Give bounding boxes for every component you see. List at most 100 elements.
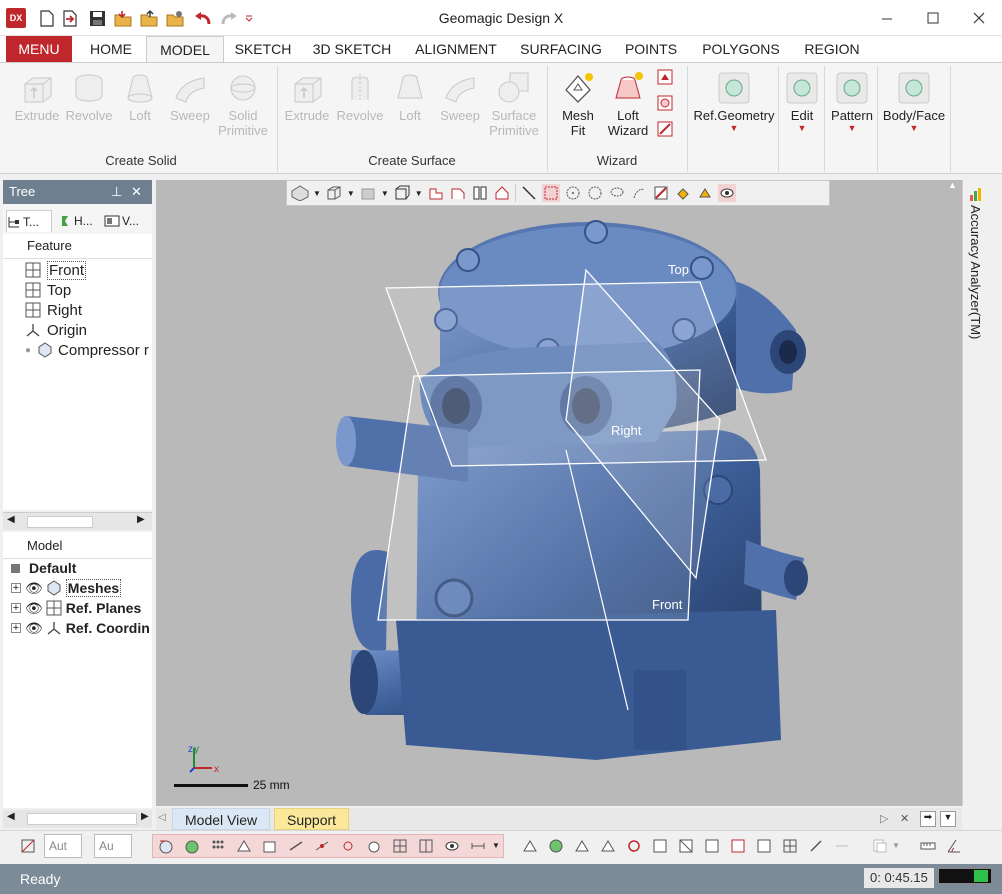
clip-view-icon[interactable] <box>449 184 467 202</box>
app-logo[interactable]: DX <box>6 8 26 28</box>
wizard-small-icon-3[interactable] <box>656 120 676 140</box>
mesh-fit-button[interactable]: Mesh Fit <box>556 68 600 138</box>
tree-item-top[interactable]: Top <box>25 280 71 300</box>
visibility-icon[interactable] <box>717 184 736 202</box>
ruler-icon[interactable] <box>918 835 938 857</box>
view-orient-4-icon[interactable] <box>598 835 618 857</box>
close-button[interactable] <box>956 0 1002 36</box>
compressor-mesh[interactable]: z x y <box>156 180 962 806</box>
filter-region-icon[interactable] <box>182 835 202 857</box>
chevron-down-icon[interactable]: ▼ <box>415 189 423 198</box>
loft-wizard-button[interactable]: Loft Wizard <box>604 68 652 138</box>
undo-icon[interactable] <box>194 9 212 27</box>
filter-plane-icon[interactable] <box>390 835 410 857</box>
model-default[interactable]: Default <box>11 558 76 578</box>
tab-scroll-right-icon[interactable]: ▷ <box>880 812 888 825</box>
tab-model[interactable]: MODEL <box>146 36 224 63</box>
filter-edge-icon[interactable] <box>286 835 306 857</box>
new-file-icon[interactable] <box>38 9 56 27</box>
model-item-ref-planes[interactable]: + 👁 Ref. Planes <box>11 598 141 618</box>
view-orient-7-icon[interactable] <box>676 835 696 857</box>
filter-eye-icon[interactable] <box>442 835 462 857</box>
line-select-icon[interactable] <box>520 184 538 202</box>
tab-model-view[interactable]: Model View <box>172 808 271 830</box>
filter-plane-2-icon[interactable] <box>416 835 436 857</box>
body-face-button[interactable]: Body/Face ▼ <box>880 68 948 138</box>
solid-revolve-button[interactable]: Revolve <box>64 68 114 138</box>
surface-extrude-button[interactable]: Extrude <box>284 68 330 138</box>
extend-select-icon[interactable] <box>696 184 714 202</box>
solid-loft-button[interactable]: Loft <box>122 68 158 138</box>
tab-sketch[interactable]: SKETCH <box>228 36 298 62</box>
view-orient-5-icon[interactable] <box>624 835 644 857</box>
quick-access-dropdown-icon[interactable] <box>244 9 254 27</box>
edit-button[interactable]: Edit ▼ <box>784 68 820 138</box>
3d-viewport[interactable]: z x y Top Right Front 25 mm ▲ <box>156 180 962 806</box>
viewport-corner-icon[interactable]: ▲ <box>948 180 957 190</box>
home-view-icon[interactable] <box>493 184 511 202</box>
surface-sweep-button[interactable]: Sweep <box>438 68 482 138</box>
circle-select-icon[interactable] <box>564 184 582 202</box>
view-orient-13-icon[interactable] <box>832 835 852 857</box>
tab-3d-sketch[interactable]: 3D SKETCH <box>306 36 398 62</box>
tab-region[interactable]: REGION <box>796 36 868 62</box>
view-orient-6-icon[interactable] <box>650 835 670 857</box>
box-view-icon[interactable] <box>325 184 343 202</box>
view-orient-11-icon[interactable] <box>780 835 800 857</box>
section-view-icon[interactable] <box>427 184 445 202</box>
solid-sweep-button[interactable]: Sweep <box>168 68 212 138</box>
pin-icon[interactable]: ⊥ <box>111 180 122 204</box>
split-view-icon[interactable] <box>471 184 489 202</box>
tree-item-front[interactable]: Front <box>25 260 87 280</box>
filter-sketch-icon[interactable] <box>364 835 384 857</box>
view-orient-1-icon[interactable] <box>520 835 540 857</box>
shading-icon[interactable] <box>359 184 377 202</box>
view-orient-12-icon[interactable] <box>806 835 826 857</box>
tab-support[interactable]: Support <box>274 808 350 830</box>
rectangle-select-icon[interactable] <box>541 184 560 202</box>
tab-tree[interactable]: T... <box>6 210 52 232</box>
tab-list-icon[interactable]: ▼ <box>940 811 956 827</box>
solid-extrude-button[interactable]: Extrude <box>14 68 60 138</box>
tree-item-compressor[interactable]: ● Compressor r <box>25 340 149 360</box>
filter-select-2[interactable]: Au <box>94 834 132 858</box>
view-cube-icon[interactable] <box>393 184 411 202</box>
tab-polygons[interactable]: POLYGONS <box>694 36 788 62</box>
filter-mesh-icon[interactable] <box>156 835 176 857</box>
redo-icon[interactable] <box>220 9 238 27</box>
chevron-down-icon[interactable]: ▼ <box>381 189 389 198</box>
filter-curve-icon[interactable] <box>338 835 358 857</box>
open-folder-icon[interactable] <box>114 9 132 27</box>
lasso-select-icon[interactable] <box>608 184 626 202</box>
surface-loft-button[interactable]: Loft <box>392 68 428 138</box>
brush-select-icon[interactable] <box>652 184 670 202</box>
model-item-meshes[interactable]: + 👁 Meshes <box>11 578 122 598</box>
surface-revolve-button[interactable]: Revolve <box>334 68 386 138</box>
view-orient-10-icon[interactable] <box>754 835 774 857</box>
solid-primitive-button[interactable]: Solid Primitive <box>214 68 272 138</box>
folder-icon[interactable] <box>166 9 184 27</box>
scroll-right-icon[interactable]: ▶ <box>137 514 145 525</box>
tab-next-icon[interactable]: ➡ <box>920 811 936 827</box>
tab-alignment[interactable]: ALIGNMENT <box>406 36 506 62</box>
expand-icon[interactable]: + <box>11 583 21 594</box>
close-panel-icon[interactable]: ✕ <box>131 180 142 204</box>
circle-select-2-icon[interactable] <box>586 184 604 202</box>
copy-icon[interactable] <box>870 835 890 857</box>
maximize-button[interactable] <box>910 0 956 36</box>
tab-menu[interactable]: MENU <box>6 36 72 62</box>
expand-icon[interactable]: + <box>11 603 21 614</box>
tab-surfacing[interactable]: SURFACING <box>514 36 608 62</box>
chevron-down-icon[interactable]: ▼ <box>492 841 500 850</box>
surface-primitive-button[interactable]: Surface Primitive <box>486 68 542 138</box>
ref-geometry-button[interactable]: Ref.Geometry ▼ <box>692 68 776 138</box>
chevron-down-icon[interactable]: ▼ <box>347 189 355 198</box>
save-icon[interactable] <box>88 9 106 27</box>
scroll-left-icon[interactable]: ◀ <box>7 514 15 525</box>
model-item-ref-coordinates[interactable]: + 👁 Ref. Coordin <box>11 618 150 638</box>
accuracy-analyzer-label[interactable]: Accuracy Analyzer(TM) <box>968 205 983 339</box>
mesh-select-icon[interactable] <box>291 184 309 202</box>
view-orient-9-icon[interactable] <box>728 835 748 857</box>
eye-icon[interactable]: 👁 <box>25 600 43 617</box>
pattern-button[interactable]: Pattern ▼ <box>828 68 876 138</box>
